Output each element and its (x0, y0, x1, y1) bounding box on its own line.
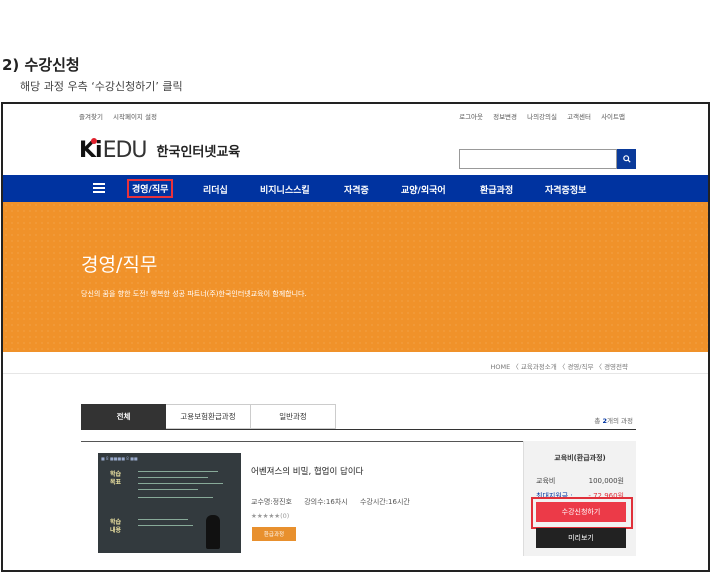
set-homepage-link[interactable]: 시작페이지 설정 (113, 113, 157, 121)
logo-edu-text: EDU (102, 137, 148, 163)
customer-center-link[interactable]: 고객센터 (567, 113, 591, 121)
nav-item-certificate-info[interactable]: 자격증정보 (545, 183, 586, 196)
hero-title: 경영/직무 (81, 254, 158, 276)
logo-dot (91, 137, 97, 144)
hamburger-icon[interactable] (93, 183, 105, 193)
tab-all[interactable]: 전체 (81, 404, 166, 429)
tab-general-course[interactable]: 일반과정 (251, 404, 336, 429)
thumb-label-content: 학습 내용 (110, 519, 122, 534)
site-screenshot: 즐겨찾기 시작페이지 설정 로그아웃 정보변경 나의강의실 고객센터 사이트맵 … (1, 102, 710, 572)
nav-item-management[interactable]: 경영/직무 (127, 179, 174, 198)
bookmark-link[interactable]: 즐겨찾기 (79, 113, 103, 121)
tabs-underline (81, 429, 636, 430)
edit-profile-link[interactable]: 정보변경 (493, 113, 517, 121)
logo-mark: Ki (79, 137, 103, 163)
search-input[interactable] (459, 149, 617, 169)
course-instructor: 교수명:정진호 (251, 498, 292, 506)
refund-course-badge: 환급과정 (252, 527, 296, 541)
step-title: 2) 수강신청 (2, 56, 80, 74)
breadcrumb: HOME 〈 교육과정소개 〈 경영/직무 〈 경영전략 (490, 363, 628, 371)
nav-item-business-skill[interactable]: 비지니스스킬 (260, 183, 310, 196)
logo-company-name: 한국인터넷교육 (156, 144, 241, 160)
count-suffix: 개의 과정 (607, 417, 633, 425)
thumb-label-goal: 학습 목표 (110, 471, 122, 486)
search-icon (622, 155, 631, 163)
hero-subtitle: 당신의 꿈을 향한 도전! 행복한 성공 파트너(주)한국인터넷교육이 함께합니… (81, 290, 307, 298)
nav-item-leadership[interactable]: 리더십 (203, 183, 228, 196)
my-classroom-link[interactable]: 나의강의실 (527, 113, 557, 121)
course-tabs: 전체 고용보험환급과정 일반과정 (81, 404, 336, 429)
course-meta: 교수명:정진호 강의수:16차시 수강시간:16시간 (251, 497, 420, 507)
top-utility-bar: 즐겨찾기 시작페이지 설정 로그아웃 정보변경 나의강의실 고객센터 사이트맵 (3, 104, 708, 126)
search-button[interactable] (617, 149, 636, 169)
course-thumbnail[interactable]: ■ 8 ■■■■ 8 ■■ 학습 목표 학습 내용 (98, 453, 241, 553)
main-nav: 경영/직무 리더십 비지니스스킬 자격증 교양/외국어 환급과정 자격증정보 (3, 175, 708, 202)
nav-item-refund-course[interactable]: 환급과정 (480, 183, 513, 196)
step-description: 해당 과정 우측 ‘수강신청하기’ 클릭 (20, 80, 183, 93)
hero-banner: 경영/직무 당신의 꿈을 향한 도전! 행복한 성공 파트너(주)한국인터넷교육… (3, 202, 708, 352)
preview-button[interactable]: 미리보기 (536, 528, 626, 548)
rating-stars: ★★★★★(0) (251, 512, 290, 520)
sitemap-link[interactable]: 사이트맵 (601, 113, 625, 121)
course-count: 총 2개의 과정 (594, 415, 633, 425)
logout-link[interactable]: 로그아웃 (459, 113, 483, 121)
divider (3, 373, 708, 374)
course-title[interactable]: 어벤져스의 비밀, 협업이 답이다 (251, 465, 363, 477)
tab-refund-course[interactable]: 고용보험환급과정 (166, 404, 251, 429)
fee-row: 교육비 100,000원 (536, 476, 624, 486)
fee-label: 교육비 (536, 477, 556, 485)
thumb-figure (206, 515, 220, 549)
fee-value: 100,000원 (588, 477, 624, 485)
course-hours: 수강시간:16시간 (359, 498, 410, 506)
apply-button[interactable]: 수강신청하기 (536, 502, 626, 522)
course-lessons: 강의수:16차시 (304, 498, 348, 506)
site-logo[interactable]: Ki EDU 한국인터넷교육 (79, 137, 241, 163)
nav-item-culture-language[interactable]: 교양/외국어 (401, 183, 446, 196)
nav-item-certificate[interactable]: 자격증 (344, 183, 369, 196)
thumb-header: ■ 8 ■■■■ 8 ■■ (101, 456, 138, 461)
price-title: 교육비(환급과정) (554, 454, 606, 462)
